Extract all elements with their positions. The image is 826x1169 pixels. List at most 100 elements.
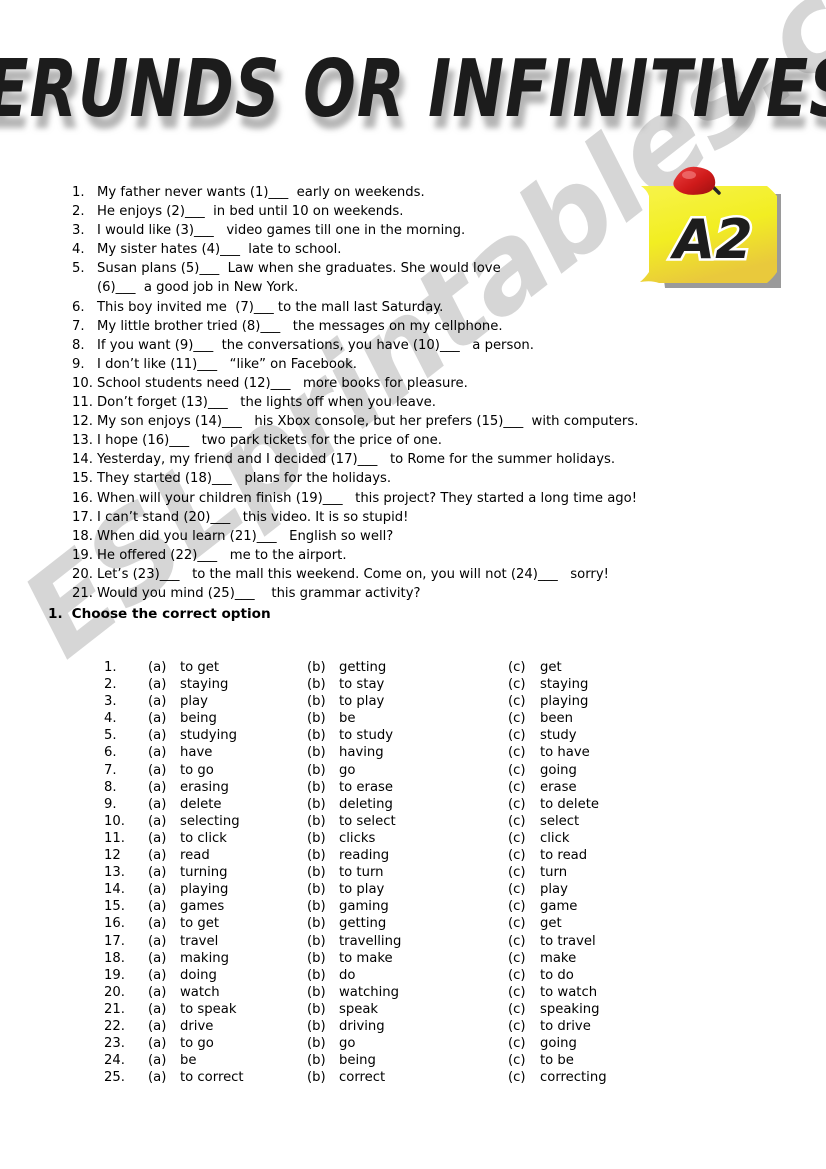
option-choice-b[interactable]: (b) to select	[307, 813, 508, 830]
option-choice-b[interactable]: (b) go	[307, 762, 508, 779]
option-choice-c[interactable]: (c) been	[508, 710, 688, 727]
option-choice-a[interactable]: (a) selecting	[148, 813, 307, 830]
option-key-b: (b)	[307, 728, 326, 744]
option-value-a: delete	[180, 796, 222, 812]
option-choice-b[interactable]: (b) to study	[307, 727, 508, 744]
option-choice-a[interactable]: (a) to get	[148, 915, 307, 932]
option-choice-b[interactable]: (b) getting	[307, 659, 508, 676]
option-choice-a[interactable]: (a) drive	[148, 1018, 307, 1035]
option-choice-a[interactable]: (a) to go	[148, 762, 307, 779]
option-key-b: (b)	[307, 1001, 326, 1017]
option-choice-c[interactable]: (c) playing	[508, 693, 688, 710]
option-choice-c[interactable]: (c) make	[508, 950, 688, 967]
option-value-b: watching	[339, 984, 400, 1000]
option-choice-a[interactable]: (a) studying	[148, 727, 307, 744]
option-choice-a[interactable]: (a) doing	[148, 967, 307, 984]
option-choice-c[interactable]: (c) erase	[508, 779, 688, 796]
option-choice-b[interactable]: (b) deleting	[307, 796, 508, 813]
option-choice-c[interactable]: (c) going	[508, 1035, 688, 1052]
option-key-c: (c)	[508, 1001, 526, 1017]
option-choice-a[interactable]: (a) being	[148, 710, 307, 727]
option-choice-b[interactable]: (b) correct	[307, 1069, 508, 1086]
option-choice-b[interactable]: (b) travelling	[307, 933, 508, 950]
option-choice-a[interactable]: (a) to get	[148, 659, 307, 676]
option-choice-a[interactable]: (a) play	[148, 693, 307, 710]
option-row: 11. (a) to click (b) clicks (c) click	[104, 830, 724, 847]
option-choice-a[interactable]: (a) turning	[148, 864, 307, 881]
option-choice-b[interactable]: (b) to make	[307, 950, 508, 967]
option-value-b: deleting	[339, 796, 393, 812]
option-choice-c[interactable]: (c) to have	[508, 744, 688, 761]
option-choice-b[interactable]: (b) watching	[307, 984, 508, 1001]
option-choice-a[interactable]: (a) watch	[148, 984, 307, 1001]
option-choice-a[interactable]: (a) playing	[148, 881, 307, 898]
option-choice-c[interactable]: (c) select	[508, 813, 688, 830]
option-choice-c[interactable]: (c) to be	[508, 1052, 688, 1069]
option-value-c: to have	[540, 745, 590, 761]
option-choice-b[interactable]: (b) speak	[307, 1001, 508, 1018]
level-badge-label: A2	[669, 208, 752, 271]
option-choice-b[interactable]: (b) be	[307, 710, 508, 727]
option-choice-b[interactable]: (b) clicks	[307, 830, 508, 847]
sentence-text: Yesterday, my friend and I decided (17)_…	[97, 452, 616, 468]
option-choice-c[interactable]: (c) to delete	[508, 796, 688, 813]
option-choice-c[interactable]: (c) turn	[508, 864, 688, 881]
option-choice-c[interactable]: (c) to drive	[508, 1018, 688, 1035]
option-choice-a[interactable]: (a) delete	[148, 796, 307, 813]
option-choice-a[interactable]: (a) staying	[148, 676, 307, 693]
option-choice-b[interactable]: (b) getting	[307, 915, 508, 932]
option-choice-a[interactable]: (a) read	[148, 847, 307, 864]
option-choice-b[interactable]: (b) to turn	[307, 864, 508, 881]
option-choice-b[interactable]: (b) gaming	[307, 898, 508, 915]
option-choice-c[interactable]: (c) correcting	[508, 1069, 688, 1086]
option-choice-b[interactable]: (b) to play	[307, 881, 508, 898]
option-choice-b[interactable]: (b) reading	[307, 847, 508, 864]
option-choice-a[interactable]: (a) to speak	[148, 1001, 307, 1018]
sentence-row: 19. He offered (22)___ me to the airport.	[72, 546, 712, 565]
option-choice-c[interactable]: (c) game	[508, 898, 688, 915]
option-choice-b[interactable]: (b) to stay	[307, 676, 508, 693]
option-choice-b[interactable]: (b) do	[307, 967, 508, 984]
option-row-number: 3.	[104, 694, 117, 710]
option-choice-a[interactable]: (a) to correct	[148, 1069, 307, 1086]
option-key-a: (a)	[148, 660, 167, 675]
sentence-row: 14. Yesterday, my friend and I decided (1…	[72, 450, 712, 469]
option-choice-c[interactable]: (c) study	[508, 727, 688, 744]
option-choice-a[interactable]: (a) be	[148, 1052, 307, 1069]
option-choice-c[interactable]: (c) to watch	[508, 984, 688, 1001]
option-choice-b[interactable]: (b) go	[307, 1035, 508, 1052]
option-choice-c[interactable]: (c) get	[508, 659, 688, 676]
sentence-row: 10. School students need (12)___ more boo…	[72, 374, 712, 393]
option-choice-a[interactable]: (a) erasing	[148, 779, 307, 796]
option-value-b: to play	[339, 694, 385, 710]
option-row-number: 14.	[104, 882, 125, 898]
option-choice-b[interactable]: (b) having	[307, 744, 508, 761]
option-choice-a[interactable]: (a) making	[148, 950, 307, 967]
option-choice-b[interactable]: (b) being	[307, 1052, 508, 1069]
option-choice-c[interactable]: (c) click	[508, 830, 688, 847]
option-choice-a[interactable]: (a) travel	[148, 933, 307, 950]
sentence-number: 15.	[72, 471, 93, 487]
option-choice-c[interactable]: (c) to do	[508, 967, 688, 984]
sentence-number: 20.	[72, 566, 93, 582]
sentence-number: 13.	[72, 433, 93, 449]
option-choice-a[interactable]: (a) have	[148, 744, 307, 761]
option-choice-c[interactable]: (c) staying	[508, 676, 688, 693]
option-choice-c[interactable]: (c) play	[508, 881, 688, 898]
option-choice-c[interactable]: (c) to read	[508, 847, 688, 864]
option-key-a: (a)	[148, 950, 167, 966]
option-choice-c[interactable]: (c) going	[508, 762, 688, 779]
option-row: 10. (a) selecting (b) to select (c) select	[104, 813, 724, 830]
option-choice-b[interactable]: (b) to play	[307, 693, 508, 710]
option-row-number: 18.	[104, 950, 125, 966]
option-row-number: 21.	[104, 1001, 125, 1017]
option-choice-b[interactable]: (b) driving	[307, 1018, 508, 1035]
exercise-heading-text: Choose the correct option	[71, 606, 271, 622]
option-choice-c[interactable]: (c) to travel	[508, 933, 688, 950]
option-choice-c[interactable]: (c) speaking	[508, 1001, 688, 1018]
option-choice-b[interactable]: (b) to erase	[307, 779, 508, 796]
option-choice-a[interactable]: (a) to go	[148, 1035, 307, 1052]
option-choice-a[interactable]: (a) to click	[148, 830, 307, 847]
option-choice-a[interactable]: (a) games	[148, 898, 307, 915]
option-choice-c[interactable]: (c) get	[508, 915, 688, 932]
